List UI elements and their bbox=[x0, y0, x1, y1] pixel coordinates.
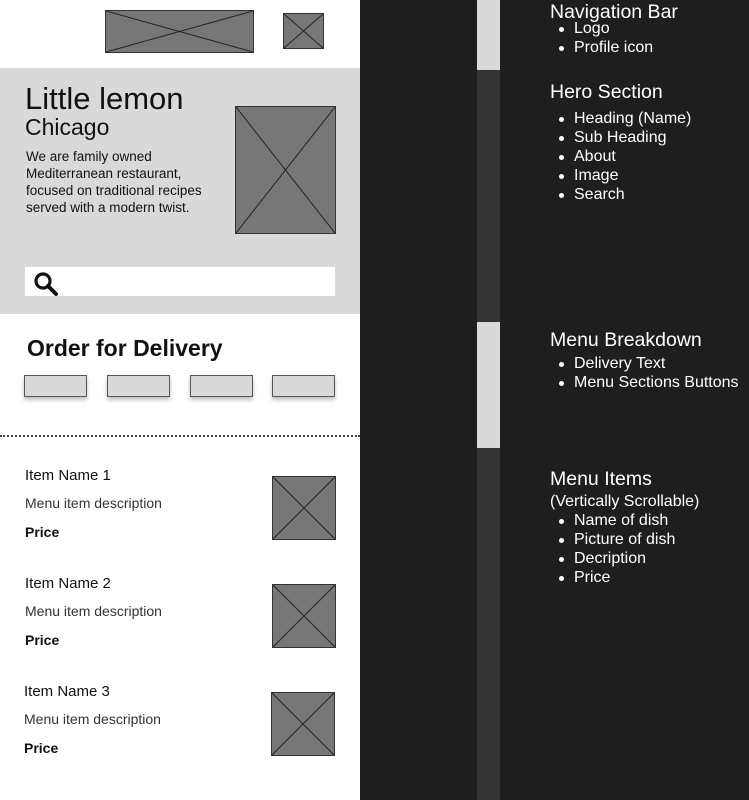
hero-image-placeholder bbox=[235, 106, 336, 234]
menu-item-description: Menu item description bbox=[25, 603, 162, 619]
menu-item-image-placeholder bbox=[272, 476, 336, 540]
logo-placeholder bbox=[105, 10, 254, 53]
annotation-list-menu-items: Name of dish Picture of dish Decription … bbox=[550, 511, 675, 587]
image-placeholder-icon bbox=[284, 14, 323, 48]
menu-item-price: Price bbox=[25, 524, 60, 540]
section-marker-hero bbox=[477, 70, 500, 322]
annotation-item: Delivery Text bbox=[550, 354, 739, 373]
image-placeholder-icon bbox=[272, 693, 334, 755]
annotation-item: Name of dish bbox=[550, 511, 675, 530]
annotation-item: Profile icon bbox=[550, 38, 653, 57]
section-marker-menu-breakdown bbox=[477, 322, 500, 448]
annotation-item: Heading (Name) bbox=[550, 109, 691, 128]
search-icon bbox=[34, 272, 58, 296]
image-placeholder-icon bbox=[236, 107, 335, 233]
hero-heading: Little lemon bbox=[25, 81, 184, 116]
section-marker-menu-items bbox=[477, 448, 500, 800]
annotation-list-hero-section: Heading (Name) Sub Heading About Image S… bbox=[550, 109, 691, 204]
menu-item-description: Menu item description bbox=[25, 495, 162, 511]
menu-item-image-placeholder bbox=[271, 692, 335, 756]
menu-item-price: Price bbox=[24, 740, 59, 756]
menu-item-name: Item Name 3 bbox=[24, 683, 110, 700]
image-placeholder-icon bbox=[273, 477, 335, 539]
menu-section-button-1[interactable] bbox=[24, 375, 87, 397]
section-marker-navigation bbox=[477, 0, 500, 70]
image-placeholder-icon bbox=[273, 585, 335, 647]
annotation-item: Picture of dish bbox=[550, 530, 675, 549]
hero-section: Little lemon Chicago We are family owned… bbox=[0, 68, 360, 314]
annotation-list-navigation-bar: Logo Profile icon bbox=[550, 19, 653, 57]
order-for-delivery-heading: Order for Delivery bbox=[27, 335, 223, 361]
annotation-item: Price bbox=[550, 568, 675, 587]
menu-item-card[interactable]: Item Name 2 Menu item description Price bbox=[0, 570, 360, 650]
annotation-title-menu-items: Menu Items bbox=[550, 468, 652, 490]
image-placeholder-icon bbox=[106, 11, 253, 52]
menu-item-name: Item Name 1 bbox=[25, 467, 111, 484]
menu-item-price: Price bbox=[25, 632, 60, 648]
menu-item-image-placeholder bbox=[272, 584, 336, 648]
menu-section-button-3[interactable] bbox=[190, 375, 253, 397]
annotation-item: Search bbox=[550, 185, 691, 204]
search-bar[interactable] bbox=[25, 267, 335, 296]
annotation-item: About bbox=[550, 147, 691, 166]
annotation-item: Sub Heading bbox=[550, 128, 691, 147]
section-divider bbox=[0, 435, 360, 437]
hero-about-text: We are family owned Mediterranean restau… bbox=[26, 149, 202, 215]
annotation-title-hero-section: Hero Section bbox=[550, 81, 663, 103]
menu-item-card[interactable]: Item Name 3 Menu item description Price bbox=[0, 678, 360, 758]
hero-subheading: Chicago bbox=[25, 114, 110, 140]
annotation-item: Decription bbox=[550, 549, 675, 568]
menu-section-button-2[interactable] bbox=[107, 375, 170, 397]
mobile-wireframe: Little lemon Chicago We are family owned… bbox=[0, 0, 360, 800]
annotation-list-menu-breakdown: Delivery Text Menu Sections Buttons bbox=[550, 354, 739, 392]
menu-item-description: Menu item description bbox=[24, 711, 161, 727]
profile-icon-placeholder[interactable] bbox=[283, 13, 324, 49]
annotation-item: Menu Sections Buttons bbox=[550, 373, 739, 392]
menu-item-card[interactable]: Item Name 1 Menu item description Price bbox=[0, 462, 360, 542]
annotation-title-menu-breakdown: Menu Breakdown bbox=[550, 329, 702, 351]
menu-section-button-4[interactable] bbox=[272, 375, 335, 397]
menu-item-name: Item Name 2 bbox=[25, 575, 111, 592]
annotation-item: Logo bbox=[550, 19, 653, 38]
annotation-note-scrollable: (Vertically Scrollable) bbox=[550, 493, 700, 510]
annotation-item: Image bbox=[550, 166, 691, 185]
